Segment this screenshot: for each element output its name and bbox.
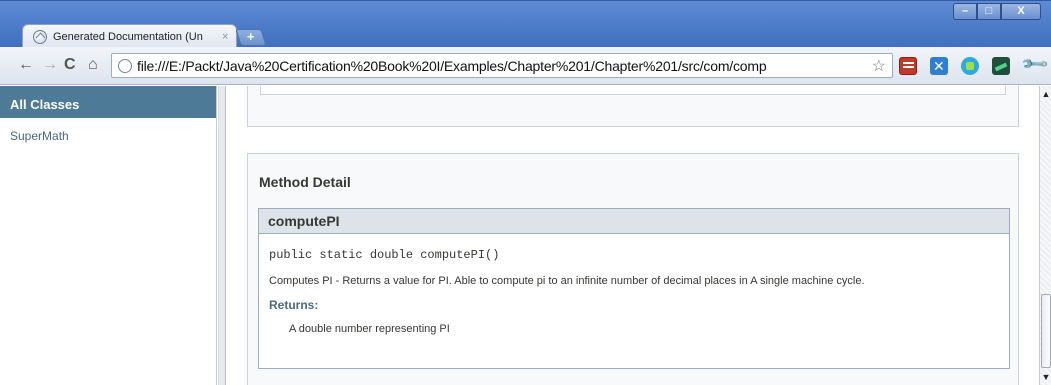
reload-icon[interactable]: C bbox=[64, 56, 76, 74]
method-name: computePI bbox=[259, 209, 1009, 234]
browser-tab[interactable]: Generated Documentation (Un × bbox=[22, 24, 237, 49]
method-signature: public static double computePI() bbox=[269, 248, 500, 262]
returns-label: Returns: bbox=[269, 298, 319, 312]
new-tab-button[interactable]: + bbox=[235, 29, 267, 46]
extension-skype-icon[interactable] bbox=[961, 57, 979, 75]
scroll-thumb[interactable] bbox=[1041, 294, 1051, 368]
minimize-button[interactable]: – bbox=[953, 3, 977, 20]
method-description: Computes PI - Returns a value for PI. Ab… bbox=[269, 275, 865, 287]
page-viewport: All Classes SuperMath Method Detail comp… bbox=[0, 86, 1051, 385]
extension-green-icon[interactable] bbox=[992, 57, 1010, 75]
wrench-menu-icon[interactable]: 🔧 bbox=[1020, 49, 1051, 80]
bookmark-star-icon[interactable]: ☆ bbox=[872, 56, 886, 76]
tab-title: Generated Documentation (Un bbox=[53, 31, 203, 43]
documentation-frame: Method Detail computePI public static do… bbox=[227, 86, 1039, 385]
method-detail-heading: Method Detail bbox=[259, 174, 351, 190]
frame-splitter[interactable] bbox=[218, 86, 226, 385]
page-info-icon[interactable] bbox=[118, 58, 132, 73]
forward-arrow-icon[interactable]: → bbox=[42, 56, 58, 74]
vertical-scrollbar[interactable]: ▲ ▼ bbox=[1039, 86, 1051, 385]
previous-section-panel bbox=[247, 86, 1019, 127]
page-globe-icon bbox=[33, 30, 47, 44]
home-icon[interactable]: ⌂ bbox=[88, 56, 98, 74]
close-window-button[interactable]: X bbox=[1001, 3, 1041, 20]
previous-section-inner bbox=[260, 86, 1006, 95]
browser-toolbar: ← → C ⌂ file:///E:/Packt/Java%20Certific… bbox=[0, 47, 1051, 85]
plus-icon: + bbox=[247, 29, 255, 44]
tab-close-icon[interactable]: × bbox=[222, 31, 228, 43]
scroll-up-arrow-icon[interactable]: ▲ bbox=[1041, 88, 1051, 100]
window-controls: – □ X bbox=[953, 3, 1041, 20]
extension-red-icon[interactable] bbox=[899, 57, 917, 75]
all-classes-heading: All Classes bbox=[0, 86, 216, 118]
maximize-button[interactable]: □ bbox=[977, 3, 1001, 20]
back-arrow-icon[interactable]: ← bbox=[18, 56, 34, 74]
method-block: computePI public static double computePI… bbox=[258, 208, 1010, 369]
returns-description: A double number representing PI bbox=[289, 323, 450, 335]
scroll-down-arrow-icon[interactable]: ▼ bbox=[1041, 371, 1051, 383]
address-bar[interactable]: file:///E:/Packt/Java%20Certification%20… bbox=[111, 53, 893, 78]
classes-frame: All Classes SuperMath bbox=[0, 86, 217, 385]
method-detail-section: Method Detail computePI public static do… bbox=[247, 153, 1019, 385]
tab-strip: Generated Documentation (Un × + – □ X bbox=[0, 0, 1051, 49]
extension-blue-x-icon[interactable] bbox=[930, 57, 948, 75]
class-link-supermath[interactable]: SuperMath bbox=[10, 129, 216, 143]
address-url[interactable]: file:///E:/Packt/Java%20Certification%20… bbox=[137, 58, 867, 74]
